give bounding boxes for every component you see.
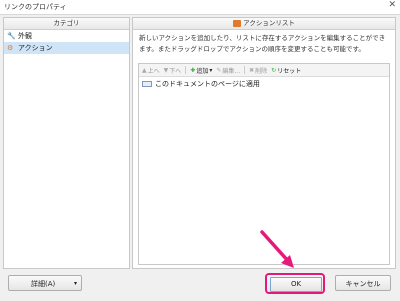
page-action-icon (142, 81, 152, 87)
ok-label: OK (270, 277, 322, 292)
action-description: 新しいアクションを追加したり、リストに存在するアクションを編集することができます… (139, 34, 386, 53)
edit-label: 編集... (222, 67, 241, 75)
button-bar: 詳細(A) ▾ OK キャンセル (0, 270, 400, 301)
category-item-label: 外観 (18, 32, 32, 40)
reset-label: リセット (277, 67, 302, 75)
close-icon[interactable]: ✕ (388, 0, 396, 10)
category-item-label: アクション (18, 44, 53, 52)
action-item-label: このドキュメントのページに適用 (155, 80, 260, 88)
delete-button[interactable]: ✖ 削除 (249, 66, 267, 75)
add-label: 追加 (196, 67, 209, 75)
window-title: リンクのプロパティ (4, 3, 67, 11)
category-item-action[interactable]: ⚙ アクション (4, 42, 129, 54)
up-arrow-icon: ▲ (142, 66, 147, 74)
cancel-button[interactable]: キャンセル (335, 275, 391, 291)
action-list-icon (233, 19, 242, 27)
action-list-title: アクションリスト (243, 19, 295, 27)
toolbar-divider (244, 66, 246, 74)
move-up-button[interactable]: ▲ 上へ (142, 66, 160, 75)
category-header: カテゴリ (4, 18, 129, 30)
details-label: 詳細(A) (31, 280, 56, 288)
chevron-down-icon: ▾ (73, 280, 77, 287)
action-panel: アクションリスト 新しいアクションを追加したり、リストに存在するアクションを編集… (132, 17, 396, 269)
toolbar-divider (185, 66, 187, 74)
action-toolbar: ▲ 上へ ▼ 下へ ✚ 追加 ▾ ✎ 編集... ✖ 削除 ↻ リセット (139, 64, 389, 77)
add-button[interactable]: ✚ 追加 ▾ (190, 66, 212, 75)
add-icon: ✚ (190, 66, 196, 74)
edit-button[interactable]: ✎ 編集... (216, 66, 240, 75)
move-down-button[interactable]: ▼ 下へ (164, 66, 182, 75)
title-bar: リンクのプロパティ ✕ (0, 0, 400, 15)
edit-icon: ✎ (216, 66, 222, 74)
down-arrow-icon: ▼ (163, 66, 169, 74)
category-item-appearance[interactable]: 🔧 外観 (4, 30, 129, 42)
details-button[interactable]: 詳細(A) ▾ (8, 275, 82, 291)
action-list-box: ▲ 上へ ▼ 下へ ✚ 追加 ▾ ✎ 編集... ✖ 削除 ↻ リセット このド… (138, 63, 390, 265)
delete-label: 削除 (255, 67, 268, 75)
action-gear-icon: ⚙ (7, 44, 14, 52)
move-up-label: 上へ (147, 67, 160, 75)
wrench-icon: 🔧 (7, 32, 16, 40)
ok-button[interactable]: OK (265, 273, 325, 294)
chevron-down-icon: ▾ (209, 66, 213, 74)
action-list-header: アクションリスト (133, 18, 395, 30)
list-item[interactable]: このドキュメントのページに適用 (139, 78, 389, 90)
delete-icon: ✖ (249, 66, 255, 74)
category-panel: カテゴリ 🔧 外観 ⚙ アクション (3, 17, 130, 269)
reset-icon: ↻ (271, 66, 277, 74)
move-down-label: 下へ (169, 67, 182, 75)
reset-button[interactable]: ↻ リセット (271, 66, 301, 75)
